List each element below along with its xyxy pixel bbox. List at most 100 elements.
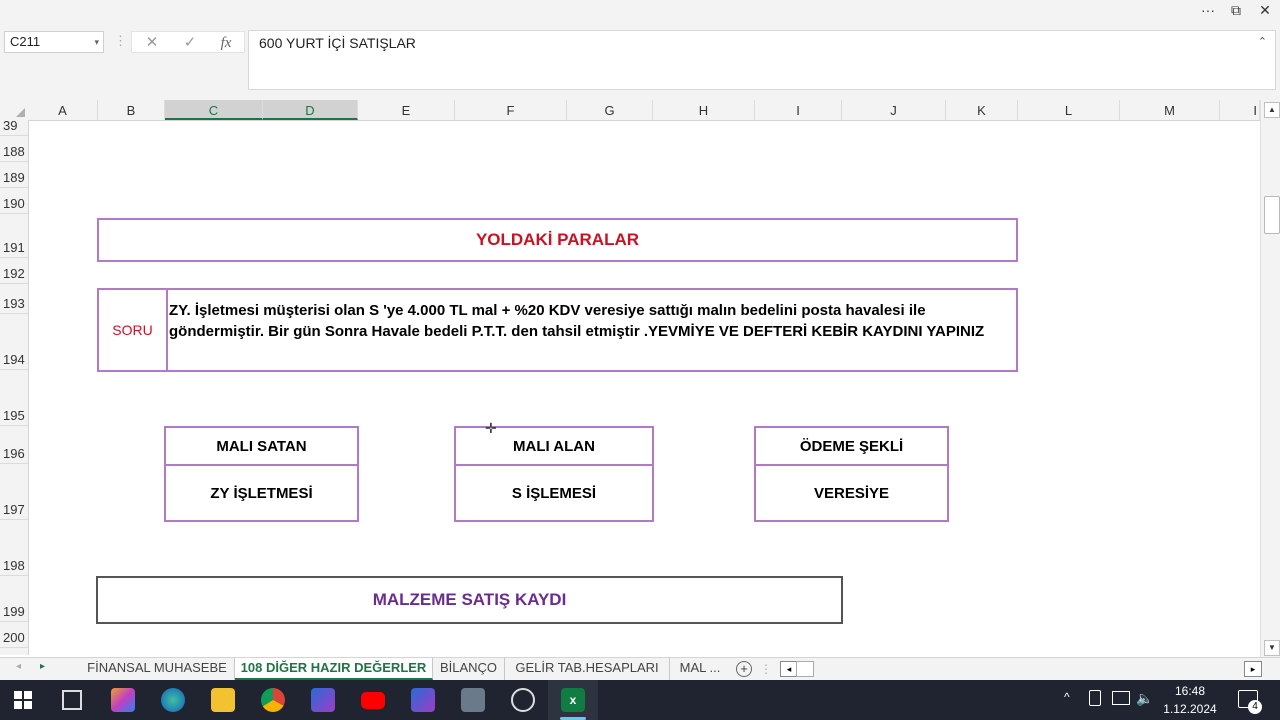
windows-start-icon[interactable] xyxy=(14,691,32,709)
seller-header[interactable]: MALI SATAN xyxy=(166,428,357,466)
column-k[interactable]: K xyxy=(946,100,1018,120)
question-block: SORU ZY. İşletmesi müşterisi olan S 'ye … xyxy=(97,288,1018,372)
column-d[interactable]: D xyxy=(263,100,358,120)
column-j[interactable]: J xyxy=(842,100,946,120)
scroll-up-icon[interactable]: ▲ xyxy=(1264,102,1280,118)
file-explorer-icon[interactable] xyxy=(211,688,235,712)
scroll-down-icon[interactable]: ▼ xyxy=(1264,640,1280,656)
clock-date[interactable]: 1.12.2024 xyxy=(1160,702,1220,716)
youtube-icon[interactable] xyxy=(361,692,385,709)
column-i[interactable]: I xyxy=(755,100,842,120)
title-cell-yoldaki-paralar[interactable]: YOLDAKİ PARALAR xyxy=(97,218,1018,262)
app-icon-purple[interactable] xyxy=(411,688,435,712)
row-194[interactable]: 194 xyxy=(0,314,28,370)
column-f[interactable]: F xyxy=(455,100,567,120)
column-c[interactable]: C xyxy=(165,100,263,120)
column-l[interactable]: L xyxy=(1018,100,1120,120)
add-sheet-icon[interactable]: + xyxy=(736,661,752,677)
tray-expand-icon[interactable]: ^ xyxy=(1064,690,1070,704)
row-195[interactable]: 195 xyxy=(0,370,28,426)
tab-finansal-muhasebe[interactable]: FİNANSAL MUHASEBE xyxy=(80,658,235,680)
copilot-icon[interactable] xyxy=(111,688,135,712)
sheet-title: YOLDAKİ PARALAR xyxy=(475,230,640,249)
row-39[interactable]: 39 xyxy=(0,118,28,136)
enter-icon[interactable]: ✓ xyxy=(176,32,204,54)
column-h[interactable]: H xyxy=(653,100,755,120)
hscroll-thumb[interactable] xyxy=(796,661,814,677)
select-all-button[interactable] xyxy=(0,100,28,120)
column-header: A B C D E F G H I J K L M I xyxy=(0,100,1260,121)
row-199[interactable]: 199 xyxy=(0,576,28,622)
column-g[interactable]: G xyxy=(567,100,653,120)
row-190[interactable]: 190 xyxy=(0,188,28,214)
task-view-icon[interactable] xyxy=(62,690,82,710)
tab-gelir-tab-hesaplari[interactable]: GELİR TAB.HESAPLARI xyxy=(505,658,670,680)
column-a[interactable]: A xyxy=(28,100,98,120)
drag-handle-icon[interactable]: ⋮ xyxy=(114,33,127,49)
formula-buttons: ✕ ✓ fx xyxy=(131,31,245,53)
recorder-icon[interactable] xyxy=(511,688,535,712)
row-191[interactable]: 191 xyxy=(0,214,28,258)
vertical-scrollbar[interactable]: ▲ ▼ xyxy=(1260,100,1280,657)
row-188[interactable]: 188 xyxy=(0,136,28,162)
volume-icon[interactable]: 🔈 xyxy=(1136,690,1153,707)
collapse-formula-icon[interactable]: ⌃ xyxy=(1258,35,1267,48)
row-198[interactable]: 198 xyxy=(0,520,28,576)
seller-value[interactable]: ZY İŞLETMESİ xyxy=(166,466,357,520)
close-button[interactable]: ✕ xyxy=(1250,0,1280,22)
payment-box: ÖDEME ŞEKLİ VERESİYE xyxy=(754,426,949,522)
seller-box: MALI SATAN ZY İŞLETMESİ xyxy=(164,426,359,522)
row-197[interactable]: 197 xyxy=(0,464,28,520)
formula-content: 600 YURT İÇİ SATIŞLAR xyxy=(259,35,416,51)
formula-input[interactable]: 600 YURT İÇİ SATIŞLAR ⌃ xyxy=(248,30,1276,90)
taskbar: x ^ 🔈 16:48 1.12.2024 4 xyxy=(0,680,1280,720)
prev-sheet-icon[interactable]: ◂ xyxy=(16,661,21,672)
name-box[interactable]: C211 ▾ xyxy=(4,31,104,53)
row-header: 39 188 189 190 191 192 193 194 195 196 1… xyxy=(0,118,29,655)
ribbon-display-button[interactable]: ⧉ xyxy=(1221,0,1251,22)
excel-icon: x xyxy=(561,688,585,712)
network-icon[interactable] xyxy=(1112,691,1130,705)
column-b[interactable]: B xyxy=(98,100,165,120)
app-icon-blue[interactable] xyxy=(311,688,335,712)
chrome-icon[interactable] xyxy=(261,688,285,712)
hscroll-right-icon[interactable]: ▸ xyxy=(1244,661,1262,677)
insert-function-icon[interactable]: fx xyxy=(212,32,240,54)
tab-bilanco[interactable]: BİLANÇO xyxy=(433,658,505,680)
usb-icon[interactable] xyxy=(1089,690,1101,706)
name-box-value: C211 xyxy=(10,34,41,49)
row-196[interactable]: 196 xyxy=(0,426,28,464)
tab-mal[interactable]: MAL ... xyxy=(670,658,730,680)
tab-splitter[interactable]: ⋮ xyxy=(760,662,772,676)
payment-header[interactable]: ÖDEME ŞEKLİ xyxy=(756,428,947,466)
more-options-button[interactable]: ··· xyxy=(1193,0,1223,22)
scroll-thumb[interactable] xyxy=(1264,196,1280,234)
next-sheet-icon[interactable]: ▸ xyxy=(40,661,45,672)
cell-cursor-icon: ✛ xyxy=(485,420,497,436)
sales-record-title: MALZEME SATIŞ KAYDI xyxy=(372,590,567,609)
row-193[interactable]: 193 xyxy=(0,284,28,314)
notification-badge: 4 xyxy=(1248,700,1262,714)
formula-bar-area: C211 ▾ ⋮ ✕ ✓ fx 600 YURT İÇİ SATIŞLAR ⌃ xyxy=(0,22,1280,100)
excel-taskbar-button[interactable]: x xyxy=(548,680,598,720)
column-e[interactable]: E xyxy=(358,100,455,120)
edge-icon[interactable] xyxy=(161,688,185,712)
buyer-box: MALI ALAN S İŞLEMESİ xyxy=(454,426,654,522)
row-200[interactable]: 200 xyxy=(0,622,28,648)
calculator-icon[interactable] xyxy=(461,688,485,712)
row-189[interactable]: 189 xyxy=(0,162,28,188)
column-n-partial[interactable]: I xyxy=(1220,100,1260,120)
payment-value[interactable]: VERESİYE xyxy=(756,466,947,520)
tab-108-diger-hazir-degerler[interactable]: 108 DİĞER HAZIR DEĞERLER xyxy=(235,658,433,680)
cancel-icon[interactable]: ✕ xyxy=(138,32,166,54)
window-title-strip: ··· ⧉ ✕ xyxy=(0,0,1280,22)
question-text[interactable]: ZY. İşletmesi müşterisi olan S 'ye 4.000… xyxy=(169,300,999,342)
sheet-tab-bar: ◂ ▸ FİNANSAL MUHASEBE 108 DİĞER HAZIR DE… xyxy=(0,657,1280,681)
row-192[interactable]: 192 xyxy=(0,258,28,284)
sales-record-title-cell[interactable]: MALZEME SATIŞ KAYDI xyxy=(96,576,843,624)
chevron-down-icon[interactable]: ▾ xyxy=(94,32,99,52)
column-m[interactable]: M xyxy=(1120,100,1220,120)
soru-label[interactable]: SORU xyxy=(99,290,168,370)
clock-time[interactable]: 16:48 xyxy=(1160,684,1220,698)
buyer-value[interactable]: S İŞLEMESİ xyxy=(456,466,652,520)
